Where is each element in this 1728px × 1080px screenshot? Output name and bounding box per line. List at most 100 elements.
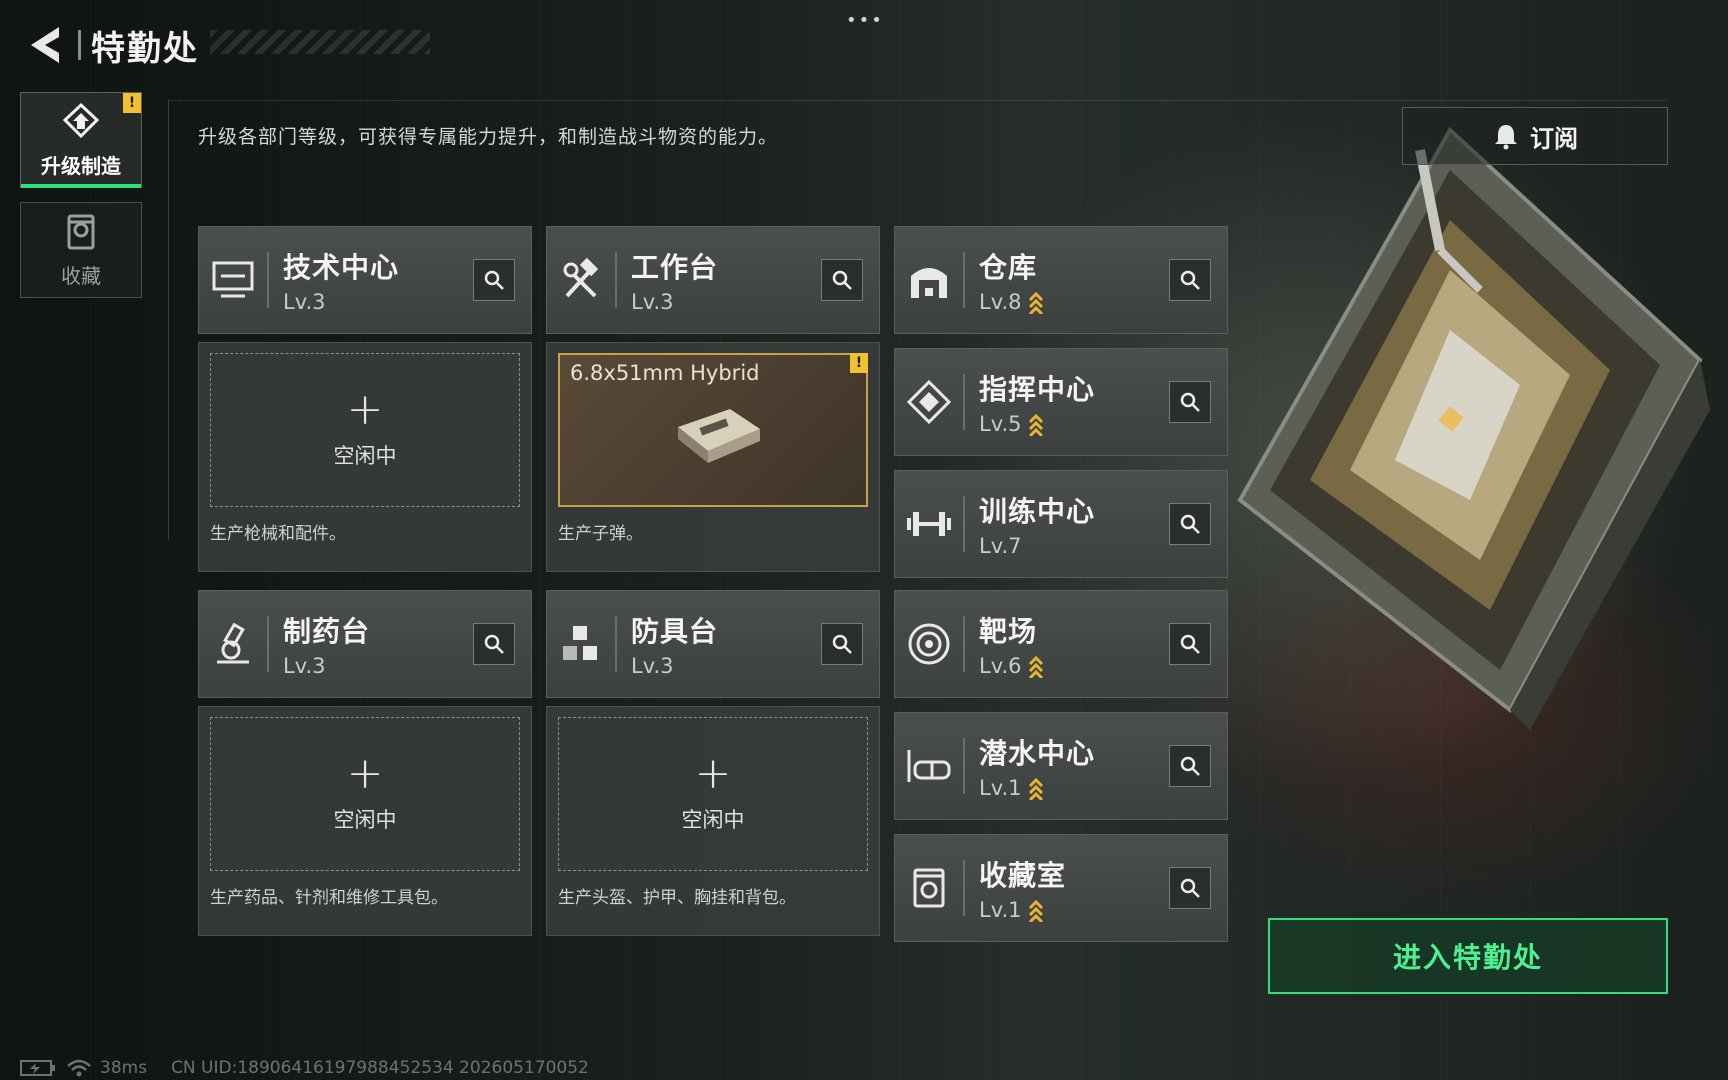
facility-name: 收藏室: [979, 859, 1067, 892]
station-body-armor: + 空闲中 生产头盔、护甲、胸挂和背包。: [546, 706, 880, 936]
facility-level: Lv.1: [979, 776, 1022, 800]
facility-command-center[interactable]: 指挥中心 Lv.5: [894, 348, 1228, 456]
page-title: 特勤处: [91, 28, 199, 69]
upgrade-available-icon: [1028, 899, 1043, 922]
inspect-button[interactable]: [1169, 503, 1211, 545]
more-options-icon[interactable]: •••: [846, 10, 884, 31]
inspect-button[interactable]: [473, 259, 515, 301]
upgrade-available-icon: [1028, 655, 1043, 678]
search-icon: [484, 270, 504, 290]
facility-name: 潜水中心: [979, 737, 1096, 770]
craft-slot-empty[interactable]: + 空闲中: [210, 717, 520, 871]
station-body-workbench: 6.8x51mm Hybrid ! 生产子弹。: [546, 342, 880, 572]
upgrade-icon: [62, 102, 100, 138]
station-tech-center[interactable]: 技术中心 Lv.3: [198, 226, 532, 334]
station-description: 生产枪械和配件。: [210, 524, 346, 544]
ping-text: 38ms: [100, 1058, 148, 1078]
slot-state: 空闲中: [333, 808, 397, 832]
subscribe-label: 订阅: [1530, 124, 1578, 153]
station-pharmacy[interactable]: 制药台 Lv.3: [198, 590, 532, 698]
enter-button[interactable]: 进入特勤处: [1268, 918, 1668, 994]
station-level: Lv.3: [283, 290, 326, 314]
inspect-button[interactable]: [1169, 381, 1211, 423]
tab-label: 收藏: [61, 263, 101, 288]
inspect-button[interactable]: [473, 623, 515, 665]
status-bar: 38ms CN UID:18906416197988452534 2026051…: [20, 1058, 589, 1078]
collection-icon: [67, 214, 95, 249]
station-armor[interactable]: 防具台 Lv.3: [546, 590, 880, 698]
facility-name: 仓库: [979, 251, 1038, 284]
facility-cube-illustration: [1237, 126, 1710, 730]
header-separator: [963, 496, 965, 552]
uid-text: CN UID:18906416197988452534 202605170052: [171, 1058, 589, 1078]
station-name: 工作台: [631, 251, 719, 284]
bell-icon: [1495, 125, 1517, 150]
craft-slot-empty[interactable]: + 空闲中: [558, 717, 868, 871]
search-icon: [1180, 270, 1200, 290]
inspect-button[interactable]: [821, 623, 863, 665]
search-icon: [832, 634, 852, 654]
tab-upgrade-craft[interactable]: 升级制造 !: [20, 92, 142, 188]
inspect-button[interactable]: [1169, 867, 1211, 909]
craft-slot-active[interactable]: 6.8x51mm Hybrid !: [558, 353, 868, 507]
station-description: 生产子弹。: [558, 524, 643, 544]
header-separator: [615, 616, 617, 672]
station-description: 生产药品、针剂和维修工具包。: [210, 888, 448, 908]
tab-label: 升级制造: [41, 153, 121, 178]
hammer-wrench-icon: [563, 258, 599, 298]
station-name: 制药台: [283, 615, 371, 648]
upgrade-available-icon: [1028, 413, 1043, 436]
facility-collection-room[interactable]: 收藏室 Lv.1: [894, 834, 1228, 942]
facility-level: Lv.7: [979, 534, 1022, 558]
facility-diving-center[interactable]: 潜水中心 Lv.1: [894, 712, 1228, 820]
warehouse-icon: [911, 268, 947, 298]
facility-warehouse[interactable]: 仓库 Lv.8: [894, 226, 1228, 334]
inspect-button[interactable]: [821, 259, 863, 301]
tab-collection[interactable]: 收藏: [20, 202, 142, 298]
alert-badge: !: [850, 353, 868, 373]
facility-level: Lv.1: [979, 898, 1022, 922]
search-icon: [1180, 392, 1200, 412]
station-level: Lv.3: [283, 654, 326, 678]
ammo-box-icon: [678, 409, 760, 463]
facility-name: 指挥中心: [979, 373, 1096, 406]
facility-name: 训练中心: [979, 495, 1096, 528]
header-separator: [615, 252, 617, 308]
page-description: 升级各部门等级，可获得专属能力提升，和制造战斗物资的能力。: [198, 126, 779, 148]
plus-icon: +: [694, 748, 732, 799]
search-icon: [1180, 634, 1200, 654]
facility-name: 靶场: [979, 615, 1038, 648]
header-separator: [267, 616, 269, 672]
inspect-button[interactable]: [1169, 745, 1211, 787]
diving-mask-icon: [907, 750, 951, 782]
divider-horizontal: [168, 100, 1668, 101]
search-icon: [832, 270, 852, 290]
collection-room-icon: [913, 868, 945, 908]
blocks-icon: [563, 626, 597, 660]
upgrade-available-icon: [1028, 777, 1043, 800]
header-separator: [963, 860, 965, 916]
header-separator: [963, 374, 965, 430]
facility-training-center[interactable]: 训练中心 Lv.7: [894, 470, 1228, 578]
upgrade-available-icon: [1028, 291, 1043, 314]
subscribe-button[interactable]: 订阅: [1402, 107, 1668, 165]
station-name: 技术中心: [283, 251, 400, 284]
facility-level: Lv.8: [979, 290, 1022, 314]
craft-slot-empty[interactable]: + 空闲中: [210, 353, 520, 507]
search-icon: [1180, 878, 1200, 898]
search-icon: [1180, 514, 1200, 534]
station-workbench[interactable]: 工作台 Lv.3: [546, 226, 880, 334]
header-separator: [963, 738, 965, 794]
crafting-item-name: 6.8x51mm Hybrid: [570, 361, 760, 385]
header-separator: [963, 616, 965, 672]
station-level: Lv.3: [631, 654, 674, 678]
facility-level: Lv.6: [979, 654, 1022, 678]
facility-shooting-range[interactable]: 靶场 Lv.6: [894, 590, 1228, 698]
back-button[interactable]: [20, 20, 70, 70]
title-divider: [78, 30, 81, 60]
inspect-button[interactable]: [1169, 623, 1211, 665]
plus-icon: +: [346, 748, 384, 799]
inspect-button[interactable]: [1169, 259, 1211, 301]
wifi-icon: [67, 1059, 91, 1077]
slot-state: 空闲中: [681, 808, 745, 832]
